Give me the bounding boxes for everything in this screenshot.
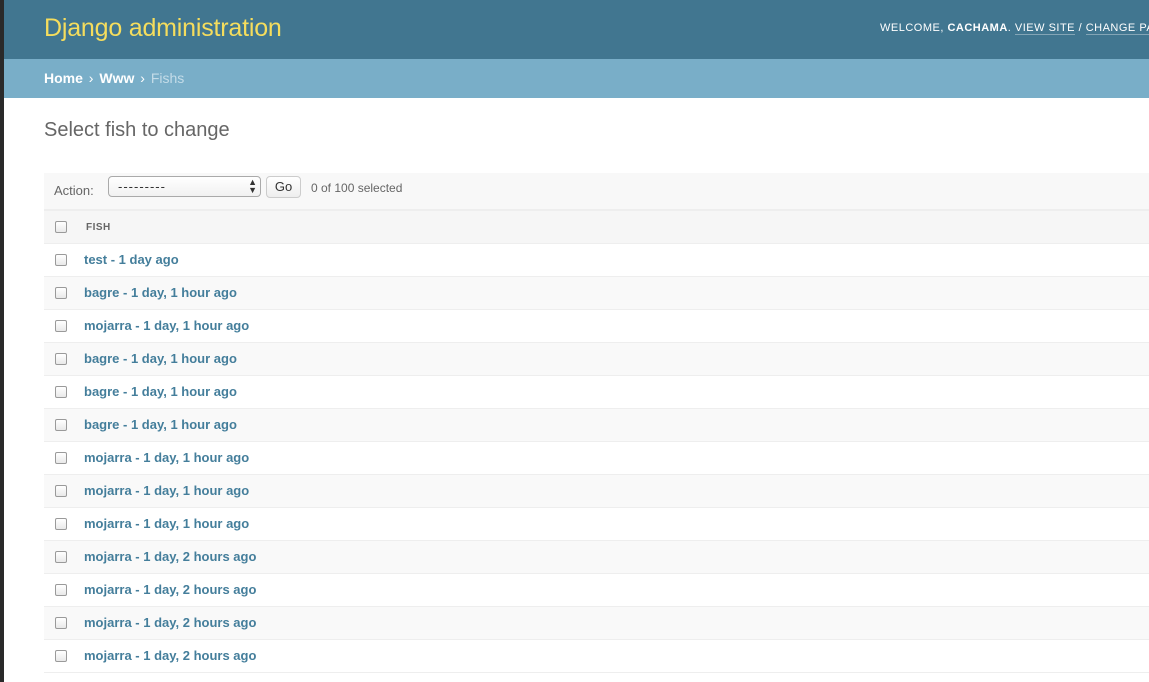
row-checkbox[interactable] — [55, 254, 67, 266]
username: CACHAMA — [947, 22, 1008, 34]
row-checkbox[interactable] — [55, 617, 67, 629]
table-row: mojarra - 1 day, 2 hours ago — [44, 607, 1149, 640]
table-row: bagre - 1 day, 1 hour ago — [44, 343, 1149, 376]
table-row: mojarra - 1 day, 1 hour ago — [44, 475, 1149, 508]
select-arrows-icon: ▲ ▼ — [248, 177, 257, 195]
fish-link[interactable]: bagre - 1 day, 1 hour ago — [84, 417, 237, 432]
breadcrumb: Home › Www › Fishs — [4, 59, 1149, 98]
action-select[interactable]: --------- ▲ ▼ — [108, 176, 261, 197]
row-checkbox[interactable] — [55, 419, 67, 431]
table-row: mojarra - 1 day, 2 hours ago — [44, 541, 1149, 574]
fish-link[interactable]: bagre - 1 day, 1 hour ago — [84, 351, 237, 366]
welcome-text: WELCOME, — [880, 22, 948, 34]
row-checkbox[interactable] — [55, 650, 67, 662]
page-title: Select fish to change — [44, 119, 230, 141]
fish-link[interactable]: mojarra - 1 day, 1 hour ago — [84, 450, 249, 465]
fish-link[interactable]: mojarra - 1 day, 1 hour ago — [84, 318, 249, 333]
table-body: test - 1 day ago bagre - 1 day, 1 hour ag… — [44, 244, 1149, 673]
row-checkbox[interactable] — [55, 551, 67, 563]
breadcrumb-separator: › — [88, 70, 94, 86]
breadcrumb-app[interactable]: Www — [99, 70, 134, 86]
table-row: mojarra - 1 day, 1 hour ago — [44, 508, 1149, 541]
site-branding[interactable]: Django administration — [44, 14, 282, 43]
fish-link[interactable]: mojarra - 1 day, 1 hour ago — [84, 483, 249, 498]
table-row: mojarra - 1 day, 2 hours ago — [44, 640, 1149, 673]
row-checkbox[interactable] — [55, 518, 67, 530]
admin-header: Django administration WELCOME, CACHAMA. … — [4, 0, 1149, 59]
action-select-value: --------- — [118, 179, 166, 194]
fish-link[interactable]: mojarra - 1 day, 2 hours ago — [84, 648, 256, 663]
user-tools-separator: / — [1075, 22, 1086, 34]
row-checkbox[interactable] — [55, 485, 67, 497]
selection-counter: 0 of 100 selected — [311, 181, 403, 195]
fish-link[interactable]: mojarra - 1 day, 2 hours ago — [84, 615, 256, 630]
admin-page: Django administration WELCOME, CACHAMA. … — [4, 0, 1149, 682]
result-list-table: FISH test - 1 day ago bagre - 1 day, 1 ho… — [44, 210, 1149, 673]
table-header: FISH — [44, 210, 1149, 244]
fish-link[interactable]: mojarra - 1 day, 2 hours ago — [84, 582, 256, 597]
row-checkbox[interactable] — [55, 584, 67, 596]
action-bar: Action: --------- ▲ ▼ Go 0 of 100 selecte… — [44, 173, 1149, 210]
row-checkbox[interactable] — [55, 452, 67, 464]
select-all-checkbox[interactable] — [55, 221, 67, 233]
column-header-fish[interactable]: FISH — [86, 222, 111, 233]
breadcrumb-current: Fishs — [150, 70, 185, 86]
breadcrumb-separator: › — [140, 70, 145, 86]
action-label: Action: — [54, 183, 94, 198]
fish-link[interactable]: mojarra - 1 day, 1 hour ago — [84, 516, 249, 531]
breadcrumb-home[interactable]: Home — [44, 70, 83, 86]
table-row: bagre - 1 day, 1 hour ago — [44, 409, 1149, 442]
change-password-link[interactable]: CHANGE PASSWORD — [1085, 22, 1149, 35]
fish-link[interactable]: bagre - 1 day, 1 hour ago — [84, 384, 237, 399]
go-button[interactable]: Go — [266, 176, 301, 198]
table-row: mojarra - 1 day, 2 hours ago — [44, 574, 1149, 607]
fish-link[interactable]: bagre - 1 day, 1 hour ago — [84, 285, 237, 300]
table-row: test - 1 day ago — [44, 244, 1149, 277]
welcome-punct: . — [1007, 22, 1015, 34]
row-checkbox[interactable] — [55, 386, 67, 398]
row-checkbox[interactable] — [55, 353, 67, 365]
view-site-link[interactable]: VIEW SITE — [1014, 22, 1076, 35]
row-checkbox[interactable] — [55, 287, 67, 299]
user-tools: WELCOME, CACHAMA. VIEW SITE / CHANGE PAS… — [880, 22, 1149, 35]
fish-link[interactable]: test - 1 day ago — [84, 252, 179, 267]
table-row: mojarra - 1 day, 1 hour ago — [44, 442, 1149, 475]
table-row: mojarra - 1 day, 1 hour ago — [44, 310, 1149, 343]
row-checkbox[interactable] — [55, 320, 67, 332]
table-row: bagre - 1 day, 1 hour ago — [44, 376, 1149, 409]
table-row: bagre - 1 day, 1 hour ago — [44, 277, 1149, 310]
fish-link[interactable]: mojarra - 1 day, 2 hours ago — [84, 549, 256, 564]
